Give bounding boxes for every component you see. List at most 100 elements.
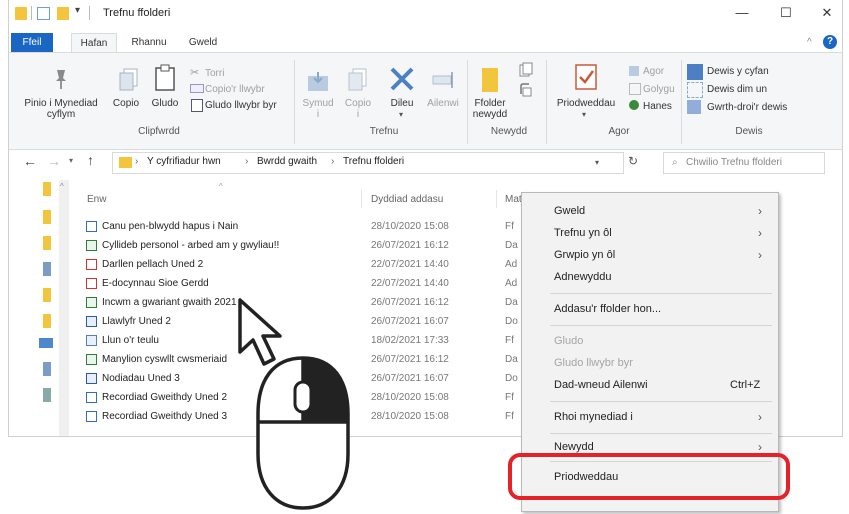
up-icon[interactable]: ↑ (87, 152, 94, 168)
tab-share[interactable]: Rhannu (125, 33, 173, 52)
breadcrumb-separator: › (245, 156, 249, 167)
tab-view[interactable]: Gweld (181, 33, 225, 52)
breadcrumb-desktop[interactable]: Bwrdd gwaith (257, 156, 317, 167)
help-icon[interactable]: ? (823, 35, 837, 49)
file-type: Da (505, 354, 518, 365)
nav-drive-icon[interactable] (43, 362, 51, 376)
address-bar[interactable]: › Y cyfrifiadur hwn › Bwrdd gwaith › Tre… (112, 152, 624, 174)
submenu-arrow-icon: › (758, 226, 762, 240)
submenu-arrow-icon: › (758, 248, 762, 262)
menu-item-undo-rename[interactable]: Dad-wneud Ailenwi (554, 379, 648, 391)
properties-button[interactable]: Priodweddau (549, 98, 623, 109)
menu-shortcut-undo: Ctrl+Z (730, 379, 761, 391)
forward-icon[interactable]: → (47, 153, 61, 169)
file-type: Ad (505, 278, 518, 289)
collapse-ribbon-icon[interactable]: ^ (807, 37, 812, 48)
menu-item-view[interactable]: Gweld (554, 205, 585, 217)
delete-button[interactable]: Dileu (383, 98, 421, 109)
close-button[interactable]: ✕ (812, 3, 842, 23)
move-to-button[interactable]: Symud i (297, 98, 339, 120)
file-name: Llawlyfr Uned 2 (102, 316, 171, 327)
nav-drive-icon[interactable] (43, 388, 51, 402)
new-item-icon[interactable] (519, 62, 533, 78)
file-date: 22/07/2021 14:40 (371, 259, 449, 270)
breadcrumb-separator: › (135, 156, 139, 167)
file-type: Do (505, 316, 518, 327)
column-divider[interactable] (496, 190, 497, 208)
paste-shortcut-button[interactable]: Gludo llwybr byr (205, 100, 277, 111)
menu-item-give-access[interactable]: Rhoi mynediad i (554, 411, 633, 423)
address-dropdown-icon[interactable]: ▾ (595, 158, 599, 167)
menu-item-group-by[interactable]: Grwpio yn ôl (554, 249, 615, 261)
nav-folder-icon[interactable] (43, 288, 51, 302)
paste-button[interactable]: Gludo (147, 98, 183, 109)
breadcrumb-this-pc[interactable]: Y cyfrifiadur hwn (147, 156, 221, 167)
sheet-green-file-icon (86, 297, 97, 308)
pin-label-2: cyflym (46, 109, 76, 120)
menu-item-paste-shortcut[interactable]: Gludo llwybr byr (554, 357, 633, 369)
submenu-arrow-icon: › (758, 410, 762, 424)
menu-separator (550, 401, 772, 402)
copy-button[interactable]: Copio (107, 98, 145, 109)
nav-folder-icon[interactable] (43, 182, 51, 196)
copy-to-icon (348, 68, 368, 92)
group-organize: Trefnu (369, 126, 399, 137)
file-date: 22/07/2021 14:40 (371, 278, 449, 289)
nav-scrollbar[interactable] (59, 180, 69, 436)
nav-drive-icon[interactable] (43, 262, 51, 276)
tab-home[interactable]: Hafan (71, 33, 117, 53)
sort-indicator-icon: ^ (219, 182, 223, 191)
nav-folder-icon[interactable] (43, 314, 51, 328)
select-all-button[interactable]: Dewis y cyfan (707, 66, 769, 77)
scroll-up-icon[interactable]: ^ (60, 182, 64, 191)
cut-button[interactable]: Torri (205, 68, 224, 79)
file-name: Canu pen-blwydd hapus i Nain (102, 221, 239, 232)
breadcrumb-current[interactable]: Trefnu ffolderi (343, 156, 404, 167)
properties-icon (575, 64, 597, 90)
menu-item-refresh[interactable]: Adnewyddu (554, 271, 612, 283)
group-clipboard: Clipfwrdd (138, 126, 180, 137)
new-folder-quick-icon[interactable] (57, 7, 69, 20)
paste-shortcut-icon (191, 99, 203, 112)
open-button[interactable]: Agor (643, 66, 664, 77)
rename-icon (432, 70, 456, 90)
properties-dropdown-icon[interactable]: ▾ (582, 110, 586, 119)
menu-item-sort-by[interactable]: Trefnu yn ôl (554, 227, 612, 239)
refresh-icon[interactable]: ↻ (628, 154, 638, 168)
nav-this-pc-icon[interactable] (39, 338, 53, 348)
properties-highlight (508, 453, 790, 500)
copy-path-button[interactable]: Copio'r llwybr (205, 84, 265, 95)
properties-quick-icon[interactable] (37, 7, 50, 20)
menu-item-new[interactable]: Newydd (554, 441, 594, 453)
nav-folder-icon[interactable] (43, 210, 51, 224)
minimize-button[interactable]: — (727, 3, 757, 23)
new-folder-button[interactable]: Ffolder newydd (469, 98, 511, 120)
maximize-button[interactable]: ☐ (771, 3, 801, 23)
group-select: Dewis (735, 126, 763, 137)
tab-file[interactable]: Ffeil (11, 33, 53, 52)
column-divider[interactable] (361, 190, 362, 208)
select-none-button[interactable]: Dewis dim un (707, 84, 767, 95)
edit-button[interactable]: Golygu (643, 84, 675, 95)
customize-quick-access-icon[interactable]: ▾ (75, 5, 80, 16)
back-icon[interactable]: ← (23, 153, 37, 169)
new-folder-label-2: newydd (472, 109, 508, 120)
recent-locations-icon[interactable]: ▾ (69, 156, 73, 165)
search-input[interactable]: ⌕ Chwilio Trefnu ffolderi (663, 152, 825, 174)
nav-folder-icon[interactable] (43, 236, 51, 250)
easy-access-icon[interactable] (519, 82, 533, 98)
folder-icon (15, 7, 27, 20)
column-header-name[interactable]: Enw (87, 194, 106, 205)
file-date: 28/10/2020 15:08 (371, 221, 449, 232)
copy-to-button[interactable]: Copio i (339, 98, 377, 120)
rename-button[interactable]: Ailenwi (423, 98, 463, 109)
invert-selection-icon (687, 100, 701, 114)
menu-item-paste[interactable]: Gludo (554, 335, 583, 347)
delete-dropdown-icon[interactable]: ▾ (399, 110, 403, 119)
menu-item-customize-folder[interactable]: Addasu'r ffolder hon... (554, 303, 661, 315)
invert-selection-button[interactable]: Gwrth-droi'r dewis (707, 102, 787, 113)
column-header-date[interactable]: Dyddiad addasu (371, 194, 443, 205)
history-button[interactable]: Hanes (643, 101, 672, 112)
doc-blue-file-icon (86, 411, 97, 422)
pin-quick-access-button[interactable]: Pinio i Mynediad cyflym (9, 98, 113, 120)
